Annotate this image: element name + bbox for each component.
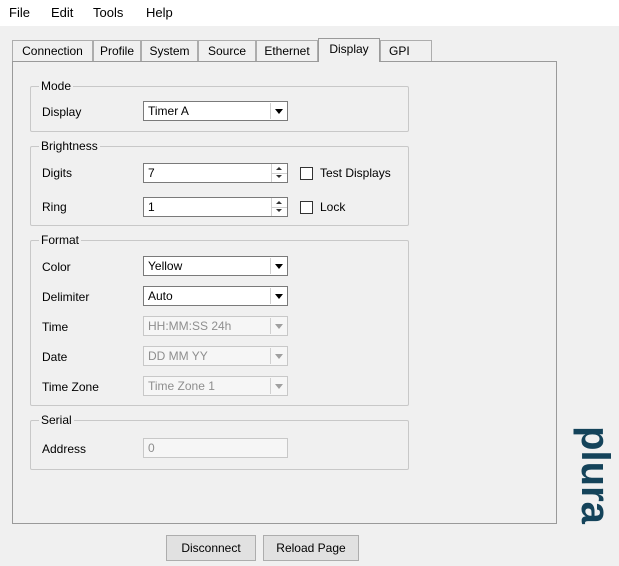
plura-logo-svg: plura	[573, 426, 617, 525]
date-label: Date	[42, 350, 68, 364]
test-displays-label: Test Displays	[320, 166, 391, 180]
color-label: Color	[42, 260, 71, 274]
digits-spinner[interactable]: 7	[143, 163, 288, 183]
plura-logo: plura	[568, 395, 618, 555]
tab-source[interactable]: Source	[198, 40, 256, 61]
time-format-value: HH:MM:SS 24h	[148, 319, 232, 333]
digits-value: 7	[148, 166, 155, 180]
brightness-group: Brightness Digits 7 Test Displays Ring 1…	[30, 139, 409, 226]
color-select-value: Yellow	[148, 259, 183, 273]
delimiter-select[interactable]: Auto	[143, 286, 288, 306]
tab-connection[interactable]: Connection	[12, 40, 93, 61]
menu-help[interactable]: Help	[146, 5, 173, 20]
ring-spinner[interactable]: 1	[143, 197, 288, 217]
time-label: Time	[42, 320, 69, 334]
chevron-down-icon[interactable]	[270, 348, 286, 364]
ring-label: Ring	[42, 200, 67, 214]
lock-checkbox[interactable]	[300, 201, 313, 214]
chevron-down-icon[interactable]	[270, 258, 286, 274]
tab-ethernet[interactable]: Ethernet	[256, 40, 318, 61]
tab-display[interactable]: Display	[318, 38, 380, 62]
disconnect-button[interactable]: Disconnect	[166, 535, 256, 561]
plura-logo-text: plura	[573, 426, 617, 525]
chevron-down-icon[interactable]	[270, 378, 286, 394]
serial-group-title: Serial	[39, 413, 74, 427]
chevron-down-icon[interactable]	[270, 288, 286, 304]
date-format-select[interactable]: DD MM YY	[143, 346, 288, 366]
tab-system[interactable]: System	[141, 40, 198, 61]
menu-edit[interactable]: Edit	[51, 5, 73, 20]
address-label: Address	[42, 442, 87, 456]
timezone-label: Time Zone	[42, 380, 99, 394]
display-label: Display	[42, 105, 82, 119]
chevron-down-icon[interactable]	[270, 318, 286, 334]
timezone-value: Time Zone 1	[148, 379, 215, 393]
display-select-value: Timer A	[148, 104, 189, 118]
delimiter-label: Delimiter	[42, 290, 90, 304]
brightness-group-title: Brightness	[39, 139, 100, 153]
tab-gpi[interactable]: GPI	[380, 40, 432, 61]
test-displays-checkbox[interactable]	[300, 167, 313, 180]
digits-label: Digits	[42, 166, 73, 180]
reload-page-button[interactable]: Reload Page	[263, 535, 359, 561]
ring-value: 1	[148, 200, 155, 214]
menu-bar: File Edit Tools Help	[0, 0, 619, 26]
spin-down-icon[interactable]	[272, 173, 287, 182]
format-group: Format Color Yellow Delimiter Auto Time …	[30, 233, 409, 406]
time-format-select[interactable]: HH:MM:SS 24h	[143, 316, 288, 336]
address-value: 0	[148, 441, 155, 455]
delimiter-select-value: Auto	[148, 289, 173, 303]
timezone-select[interactable]: Time Zone 1	[143, 376, 288, 396]
date-format-value: DD MM YY	[148, 349, 208, 363]
address-field[interactable]: 0	[143, 438, 288, 458]
color-select[interactable]: Yellow	[143, 256, 288, 276]
mode-group: Mode Display Timer A	[30, 79, 409, 132]
chevron-down-icon[interactable]	[270, 103, 286, 119]
serial-group: Serial Address 0	[30, 413, 409, 470]
tab-profile[interactable]: Profile	[93, 40, 141, 61]
display-select[interactable]: Timer A	[143, 101, 288, 121]
mode-group-title: Mode	[39, 79, 74, 93]
display-tab-panel: Mode Display Timer A Brightness Digits 7…	[12, 61, 557, 524]
menu-tools[interactable]: Tools	[93, 5, 123, 20]
spin-down-icon[interactable]	[272, 207, 287, 216]
format-group-title: Format	[39, 233, 82, 247]
lock-label: Lock	[320, 200, 346, 214]
menu-file[interactable]: File	[9, 5, 30, 20]
